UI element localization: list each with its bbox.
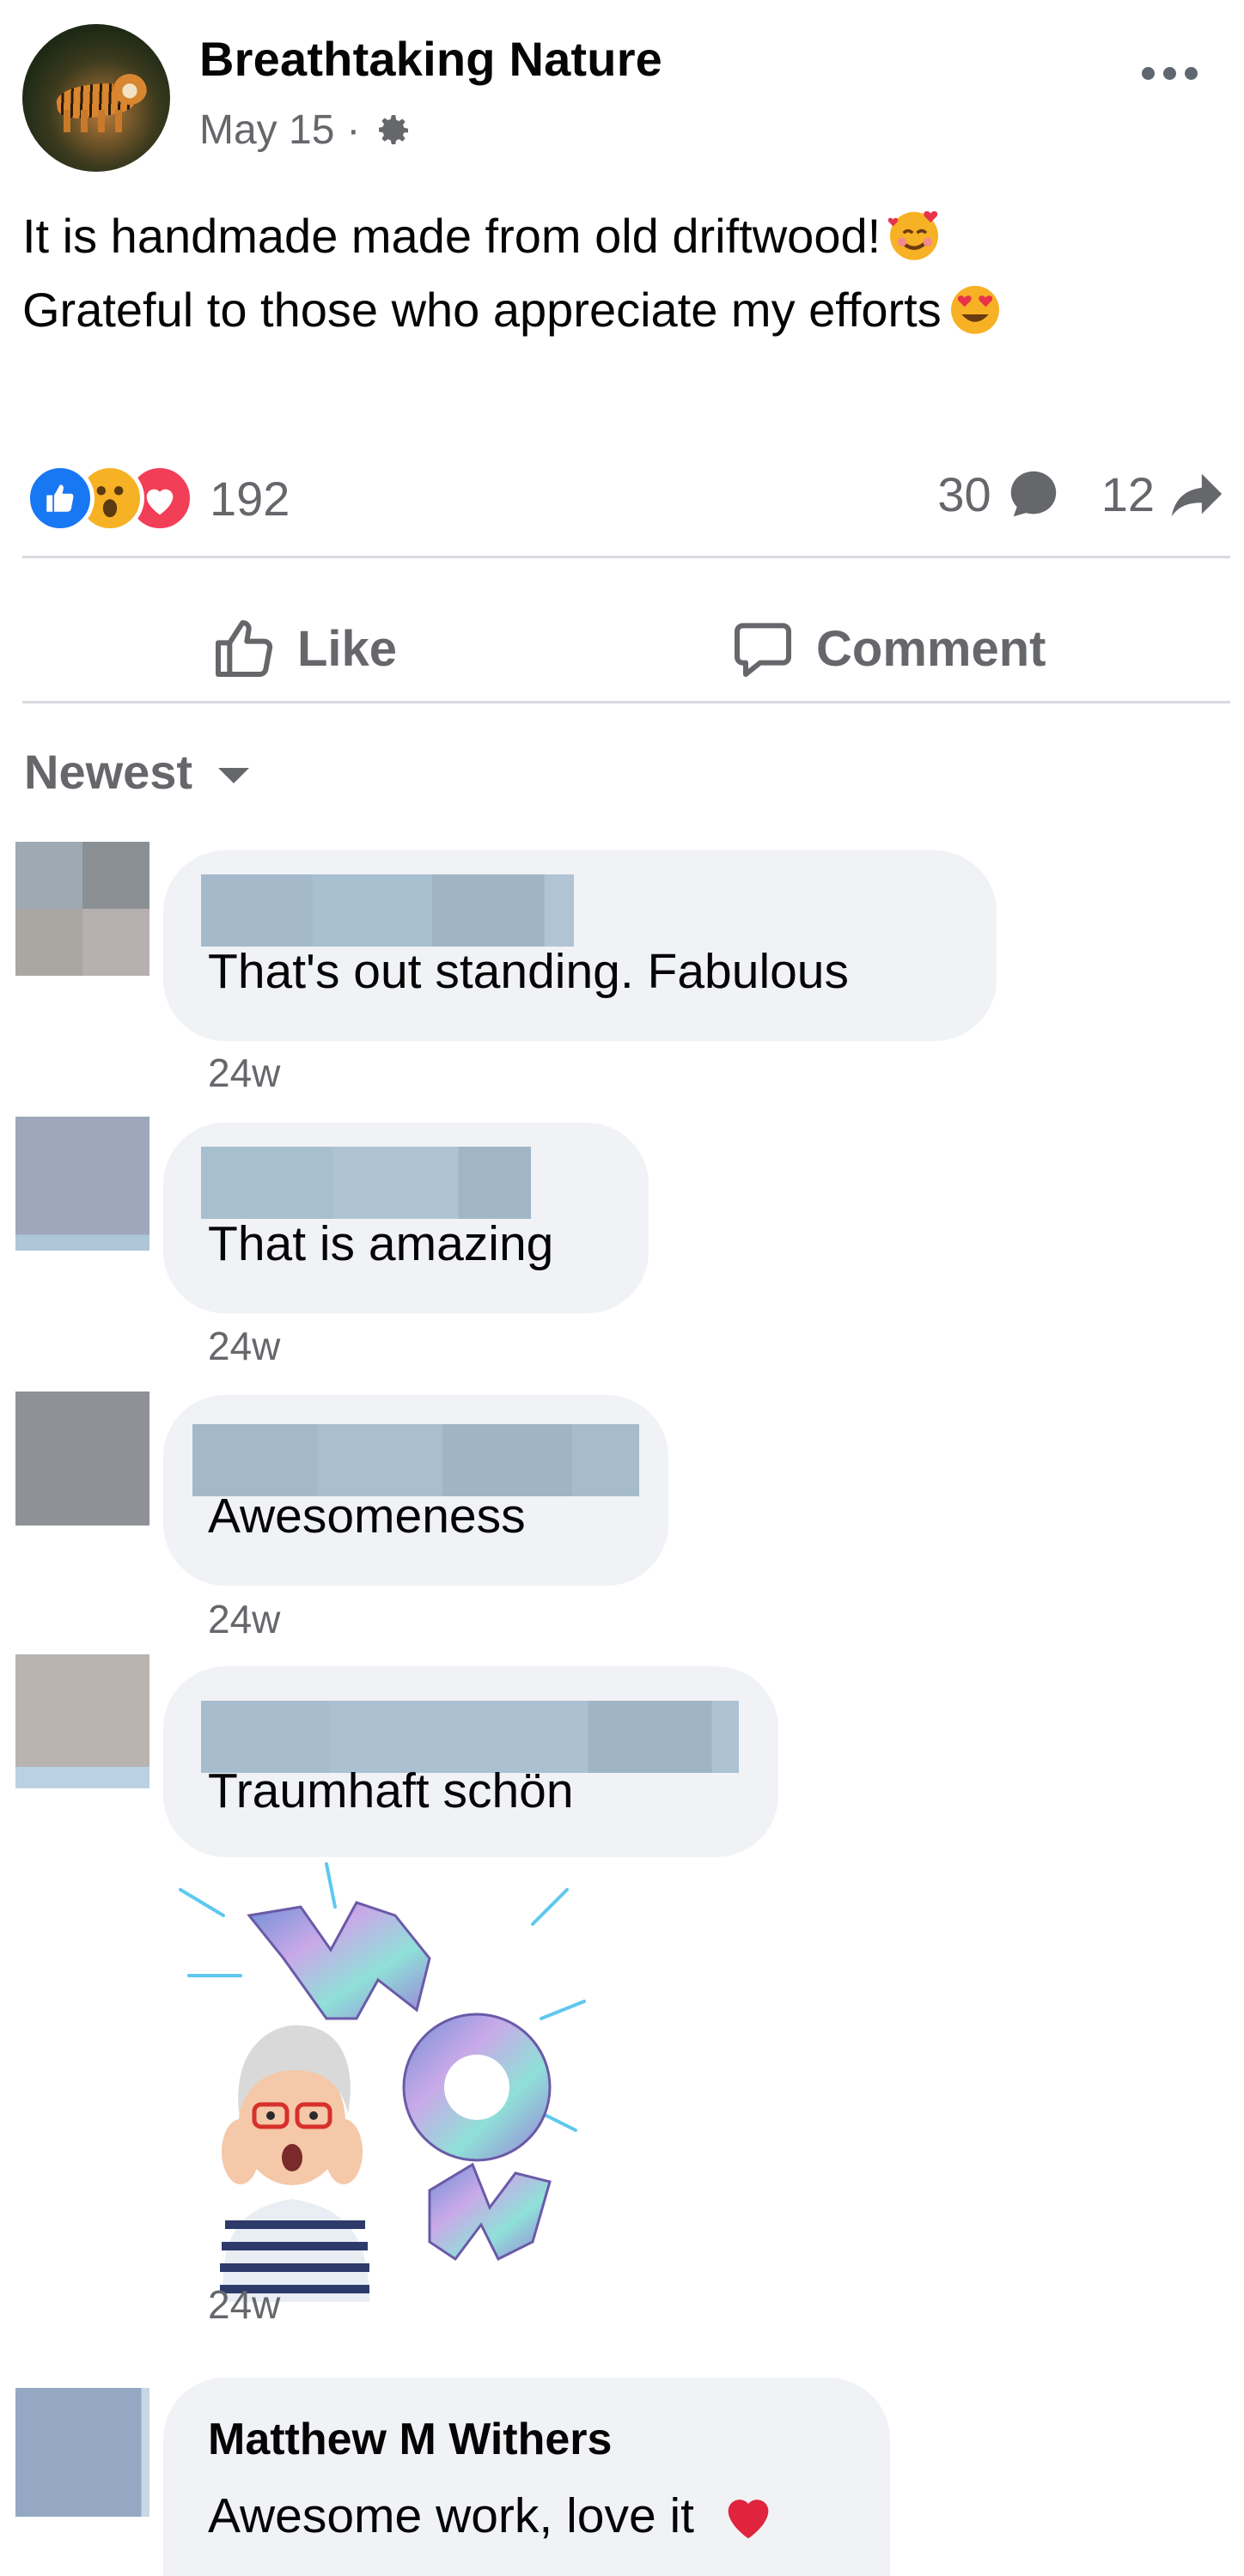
comment-author[interactable]: Matthew M Withers <box>208 2414 612 2465</box>
wow-sticker[interactable] <box>172 1855 601 2302</box>
comment-bubble: That's out standing. Fabulous <box>163 850 997 1041</box>
smiling-hearts-emoji-icon <box>888 210 939 260</box>
comment-text: That is amazing <box>208 1216 554 1271</box>
like-reaction-icon <box>26 464 95 533</box>
divider-top <box>22 556 1230 558</box>
comment-text: Traumhaft schön <box>208 1763 574 1818</box>
comment-text: Awesomeness <box>208 1489 526 1544</box>
gear-icon <box>379 114 409 144</box>
reaction-count: 192 <box>210 471 290 526</box>
comment-bubble: Awesomeness <box>163 1395 668 1586</box>
reactions-summary[interactable]: 192 <box>26 462 290 534</box>
share-arrow-icon <box>1171 473 1223 517</box>
commenter-avatar[interactable] <box>15 1117 149 1251</box>
page-avatar[interactable] <box>22 24 170 172</box>
comment-text-content: Awesome work, love it <box>208 2488 694 2543</box>
comment-sort-dropdown[interactable]: Newest <box>24 744 250 800</box>
comment-timestamp[interactable]: 24w <box>208 2281 280 2328</box>
comment-timestamp[interactable]: 24w <box>208 1050 280 1096</box>
comment-bubble: Traumhaft schön <box>163 1666 778 1857</box>
meta-separator: · <box>346 107 361 153</box>
heart-eyes-emoji-icon <box>950 285 999 334</box>
commenter-avatar[interactable] <box>15 1392 149 1526</box>
comment-count[interactable]: 30 <box>937 466 991 522</box>
tiger-head <box>113 74 147 105</box>
post-text-line1: It is handmade made from old driftwood! <box>22 209 881 263</box>
comment-timestamp[interactable]: 24w <box>208 1323 280 1369</box>
comment-bubble: Matthew M Withers Awesome work, love it <box>163 2378 890 2576</box>
comment-button[interactable]: Comment <box>729 601 1046 696</box>
commenter-avatar[interactable] <box>15 842 149 976</box>
wow-letter-w2 <box>428 2162 552 2262</box>
share-count[interactable]: 12 <box>1101 466 1155 522</box>
post-text: It is handmade made from old driftwood! … <box>22 199 1208 347</box>
redacted-author-name <box>201 874 574 947</box>
surprised-person-icon <box>220 2025 369 2302</box>
more-icon[interactable] <box>1142 67 1198 80</box>
page-name[interactable]: Breathtaking Nature <box>199 31 662 87</box>
sort-label: Newest <box>24 745 193 799</box>
commenter-avatar[interactable] <box>15 2388 149 2517</box>
redacted-author-name <box>192 1424 639 1496</box>
comment-icon <box>735 623 791 677</box>
divider-bottom <box>22 701 1230 703</box>
post-text-line2: Grateful to those who appreciate my effo… <box>22 283 942 337</box>
redacted-author-name <box>201 1147 531 1219</box>
wow-letter-w <box>247 1901 431 2020</box>
comment-timestamp[interactable]: 24w <box>208 1596 280 1642</box>
red-heart-icon <box>728 2500 769 2539</box>
like-label: Like <box>297 620 398 677</box>
post-meta: May 15 · <box>199 107 413 154</box>
chevron-down-icon <box>218 767 250 783</box>
thumbs-up-icon <box>216 620 273 677</box>
wow-letter-o-hole <box>444 2055 509 2120</box>
like-button[interactable]: Like <box>210 601 397 696</box>
comment-bubble: That is amazing <box>163 1123 649 1313</box>
comment-bubble-icon <box>1010 471 1056 517</box>
commenter-avatar[interactable] <box>15 1654 149 1788</box>
comment-text: That's out standing. Fabulous <box>208 944 850 999</box>
engagement-counts: 30 12 <box>937 464 1227 524</box>
tiger-legs <box>64 110 132 132</box>
post-date[interactable]: May 15 <box>199 107 334 154</box>
comment-label: Comment <box>816 620 1046 677</box>
comment-text: Awesome work, love it <box>208 2486 780 2546</box>
